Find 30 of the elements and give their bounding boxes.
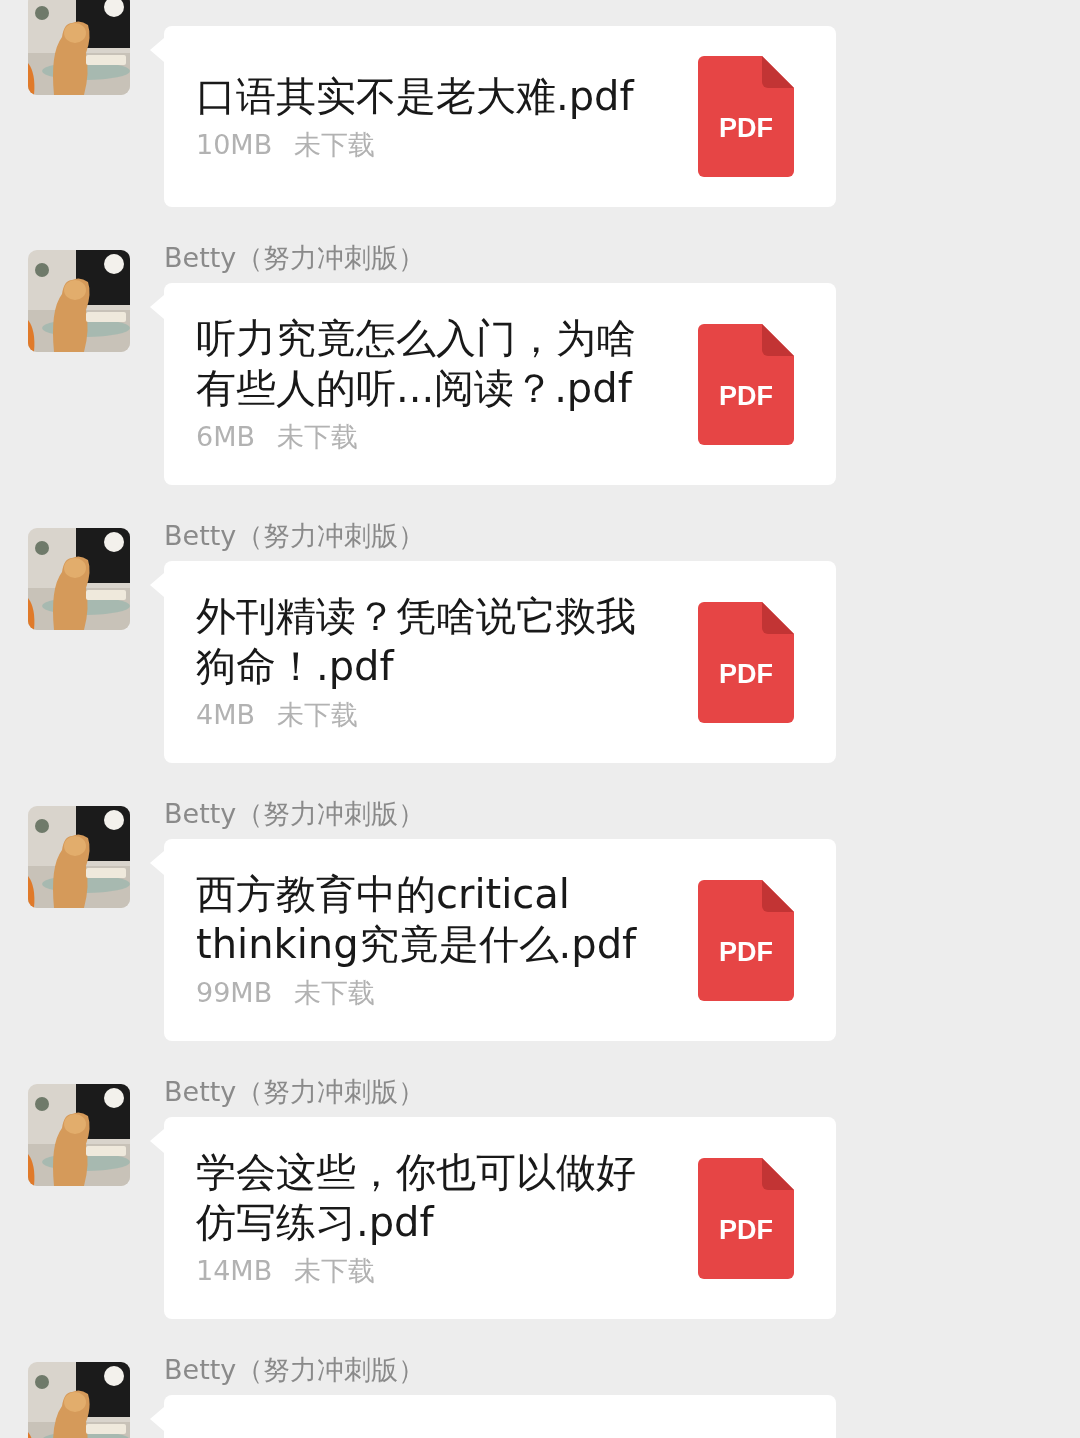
download-status: 未下载 — [277, 698, 358, 732]
download-status: 未下载 — [277, 420, 358, 454]
download-status: 未下载 — [294, 127, 376, 162]
pdf-file-icon: PDF — [698, 1157, 794, 1279]
file-message-card[interactable]: 西方教育中的critical thinking究竟是什么.pdf 99MB 未下载 PDF — [164, 839, 836, 1041]
file-message-card[interactable]: 学会这些，你也可以做好仿写练习.pdf 14MB 未下载 PDF — [164, 1117, 836, 1319]
file-name: 听力究竟怎么入门，为啥有些人的听...阅读？.pdf — [196, 314, 637, 413]
pdf-file-icon: PDF — [698, 56, 794, 177]
file-message-card[interactable]: 口语其实不是老大难.pdf 10MB 未下载 PDF — [164, 26, 836, 207]
file-size: 4MB — [196, 698, 255, 732]
file-name: 口语其实不是老大难.pdf — [196, 71, 636, 121]
download-status: 未下载 — [294, 1254, 376, 1288]
sender-name: Betty（努力冲刺版） — [164, 519, 427, 553]
pdf-file-icon: PDF — [698, 323, 794, 445]
download-status: 未下载 — [294, 976, 376, 1010]
sender-name: Betty（努力冲刺版） — [164, 241, 427, 275]
file-message-card[interactable]: 外刊精读？凭啥说它救我狗命！.pdf 4MB 未下载 PDF — [164, 561, 836, 763]
file-size: 99MB — [196, 976, 273, 1010]
sender-name: Betty（努力冲刺版） — [164, 1353, 427, 1387]
file-size: 6MB — [196, 420, 255, 454]
sender-name: Betty（努力冲刺版） — [164, 1075, 427, 1109]
pdf-file-icon: PDF — [698, 601, 794, 723]
file-size: 14MB — [196, 1254, 273, 1288]
file-name: 外刊精读？凭啥说它救我狗命！.pdf — [196, 592, 637, 691]
file-name: 西方教育中的critical thinking究竟是什么.pdf — [196, 870, 638, 969]
sender-name: Betty（努力冲刺版） — [164, 797, 427, 831]
file-size: 10MB — [196, 127, 273, 162]
pdf-file-icon: PDF — [698, 879, 794, 1001]
file-message-card[interactable]: 听力究竟怎么入门，为啥有些人的听...阅读？.pdf 6MB 未下载 PDF — [164, 283, 836, 485]
file-name: 学会这些，你也可以做好仿写练习.pdf — [196, 1148, 637, 1247]
